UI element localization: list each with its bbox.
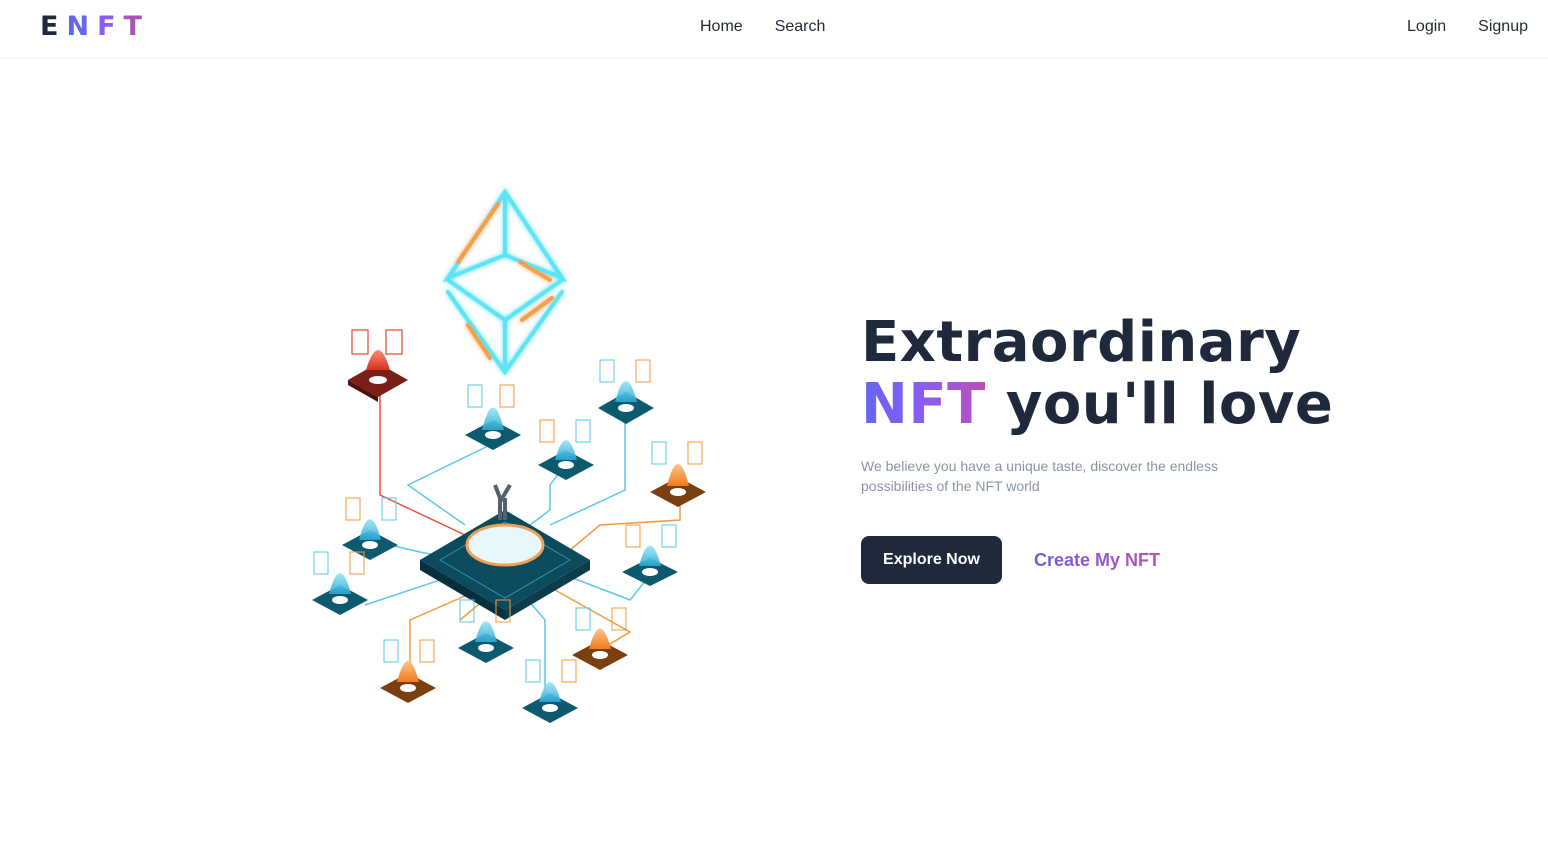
hero-section: Extraordinary NFT you'll love We believe… [861, 312, 1381, 584]
auth-nav: Login Signup [1407, 16, 1528, 38]
create-my-nft-link[interactable]: Create My NFT [1034, 550, 1160, 571]
hero-headline: Extraordinary NFT you'll love [861, 312, 1381, 436]
main-nav: Home Search [700, 16, 825, 38]
logo-letter-t: T [123, 11, 150, 42]
nav-signup-link[interactable]: Signup [1478, 16, 1528, 38]
top-navbar: E N F T Home Search Login Signup [0, 0, 1548, 59]
ethereum-logo-icon [442, 188, 568, 376]
hero-cta-row: Explore Now Create My NFT [861, 536, 1381, 584]
nav-login-link[interactable]: Login [1407, 16, 1446, 38]
logo-letter-f: F [97, 11, 124, 42]
nav-home-link[interactable]: Home [700, 16, 743, 38]
explore-now-button[interactable]: Explore Now [861, 536, 1002, 584]
hero-subtitle: We believe you have a unique taste, disc… [861, 458, 1218, 494]
headline-accent: NFT [861, 372, 986, 437]
nav-search-link[interactable]: Search [775, 16, 826, 38]
logo-letter-n: N [66, 11, 98, 42]
headline-line1: Extraordinary [861, 310, 1302, 375]
ethereum-network-illustration [300, 180, 720, 740]
brand-logo[interactable]: E N F T [40, 12, 150, 42]
headline-rest: you'll love [985, 372, 1334, 437]
logo-letter-e: E [40, 11, 67, 42]
